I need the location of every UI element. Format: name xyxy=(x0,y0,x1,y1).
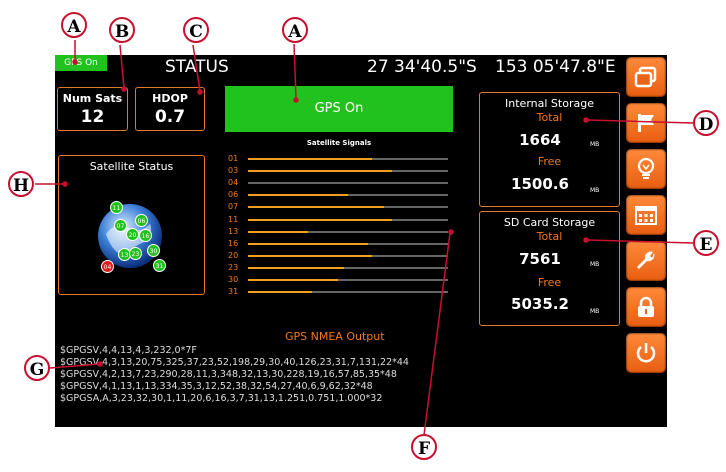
callout-e: E xyxy=(693,230,719,256)
callout-h: H xyxy=(8,171,34,197)
callout-f: F xyxy=(411,434,437,460)
callout-c: C xyxy=(183,17,209,43)
callout-a-gps-indicator: A xyxy=(282,17,308,43)
callout-a-gps-badge: A xyxy=(61,12,87,38)
callout-leaders xyxy=(35,40,694,436)
callout-b: B xyxy=(109,17,135,43)
callout-g: G xyxy=(24,355,50,381)
callout-d: D xyxy=(693,110,719,136)
